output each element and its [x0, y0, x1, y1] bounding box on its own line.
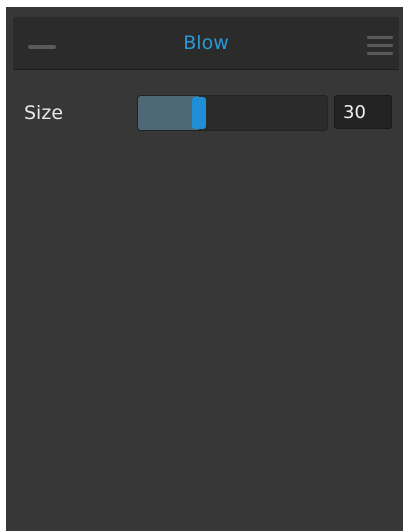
size-value-input[interactable]: 30: [334, 95, 392, 129]
size-slider[interactable]: [137, 95, 328, 131]
size-slider-handle[interactable]: [192, 97, 206, 129]
blow-panel: Blow Size 30: [6, 7, 403, 531]
size-label: Size: [24, 102, 64, 124]
size-slider-fill: [138, 96, 199, 130]
panel-title: Blow: [183, 32, 229, 54]
panel-header: Blow: [13, 17, 399, 70]
hamburger-menu-icon[interactable]: [367, 36, 393, 56]
size-control-row: Size 30: [6, 95, 403, 131]
